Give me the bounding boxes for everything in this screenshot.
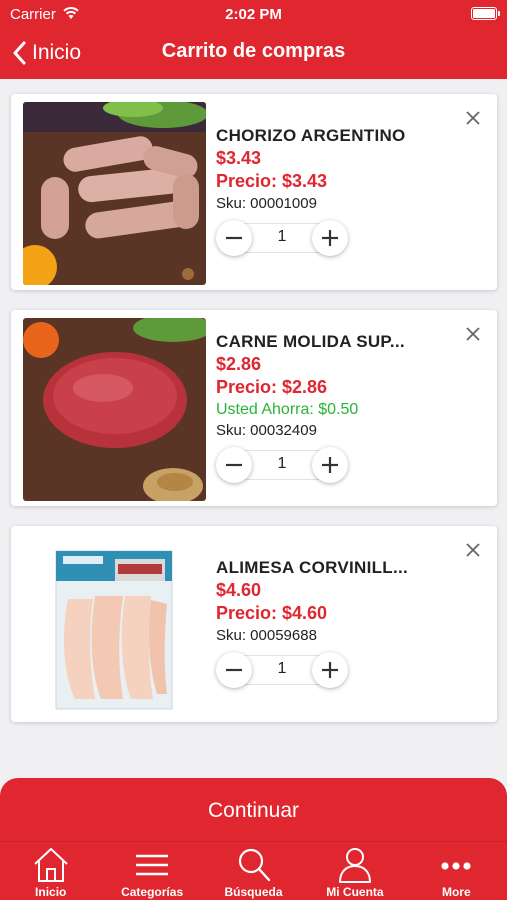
tab-categorias[interactable]: Categorías xyxy=(101,842,202,900)
minus-icon xyxy=(226,236,242,240)
close-icon xyxy=(466,327,480,341)
tab-label: More xyxy=(441,885,471,899)
product-price: $2.86 xyxy=(216,354,262,374)
tab-bar: Inicio Categorías Búsqueda Mi Cuenta Mor… xyxy=(0,841,507,900)
tab-label: Mi Cuenta xyxy=(326,885,384,899)
product-name: CARNE MOLIDA SUP... xyxy=(216,332,405,351)
product-sku: Sku: 00059688 xyxy=(216,627,317,644)
product-name: ALIMESA CORVINILL... xyxy=(216,558,409,577)
user-icon xyxy=(338,848,371,883)
remove-item-button[interactable] xyxy=(463,324,483,344)
quantity-stepper: 1 xyxy=(216,447,348,483)
increase-quantity-button[interactable] xyxy=(312,652,348,688)
quantity-value: 1 xyxy=(277,660,287,677)
close-icon xyxy=(466,543,480,557)
cart-item: ALIMESA CORVINILL... $4.60 Precio: $4.60… xyxy=(11,526,497,722)
battery-icon xyxy=(471,7,500,20)
close-icon xyxy=(466,111,480,125)
product-image xyxy=(23,318,206,501)
decrease-quantity-button[interactable] xyxy=(216,447,252,483)
product-unit-price: Precio: $2.86 xyxy=(216,377,328,397)
tab-mi-cuenta[interactable]: Mi Cuenta xyxy=(304,842,405,900)
more-icon xyxy=(441,862,471,870)
increase-quantity-button[interactable] xyxy=(312,220,348,256)
remove-item-button[interactable] xyxy=(463,540,483,560)
home-icon xyxy=(34,848,68,882)
plus-icon xyxy=(322,230,338,246)
product-image xyxy=(23,102,206,285)
savings-text: Usted Ahorra: $0.50 xyxy=(216,401,359,418)
quantity-stepper: 1 xyxy=(216,220,348,256)
minus-icon xyxy=(226,668,242,672)
cart-item: CHORIZO ARGENTINO $3.43 Precio: $3.43 Sk… xyxy=(11,94,497,290)
minus-icon xyxy=(226,463,242,467)
menu-icon xyxy=(136,854,169,876)
plus-icon xyxy=(322,662,338,678)
product-sku: Sku: 00001009 xyxy=(216,195,317,212)
plus-icon xyxy=(322,457,338,473)
quantity-value: 1 xyxy=(277,228,287,245)
quantity-stepper: 1 xyxy=(216,652,348,688)
clock: 2:02 PM xyxy=(225,6,282,23)
tab-label: Categorías xyxy=(121,885,184,899)
remove-item-button[interactable] xyxy=(463,108,483,128)
decrease-quantity-button[interactable] xyxy=(216,220,252,256)
product-unit-price: Precio: $4.60 xyxy=(216,603,328,623)
tab-more[interactable]: More xyxy=(406,842,507,900)
status-bar: Carrier 2:02 PM xyxy=(0,0,507,28)
tab-label: Inicio xyxy=(35,885,67,899)
back-label: Inicio xyxy=(32,41,82,64)
cart-item: CARNE MOLIDA SUP... $2.86 Precio: $2.86 … xyxy=(11,310,497,506)
quantity-value: 1 xyxy=(277,455,287,472)
search-icon xyxy=(238,848,270,882)
product-price: $4.60 xyxy=(216,580,262,600)
product-price: $3.43 xyxy=(216,148,262,168)
product-unit-price: Precio: $3.43 xyxy=(216,171,328,191)
product-name: CHORIZO ARGENTINO xyxy=(216,126,406,145)
tab-busqueda[interactable]: Búsqueda xyxy=(203,842,304,900)
top-bar: Carrier 2:02 PM Inicio Carrito de compra… xyxy=(0,0,507,79)
continue-button[interactable]: Continuar xyxy=(0,778,507,848)
increase-quantity-button[interactable] xyxy=(312,447,348,483)
chevron-left-icon xyxy=(13,41,26,65)
tab-inicio[interactable]: Inicio xyxy=(0,842,101,900)
decrease-quantity-button[interactable] xyxy=(216,652,252,688)
back-button[interactable]: Inicio xyxy=(12,38,81,68)
product-sku: Sku: 00032409 xyxy=(216,422,317,439)
tab-label: Búsqueda xyxy=(224,885,283,899)
product-image xyxy=(23,534,206,717)
